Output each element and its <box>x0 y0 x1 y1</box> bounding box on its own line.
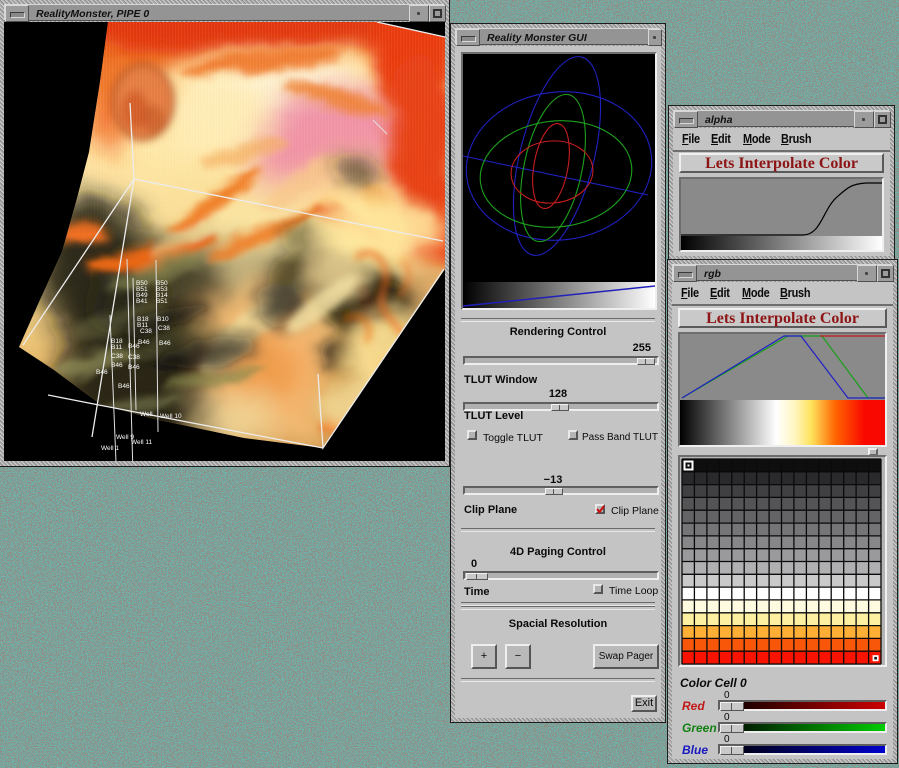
svg-text:B41: B41 <box>136 298 148 305</box>
svg-text:B11: B11 <box>111 344 122 351</box>
svg-text:B46: B46 <box>128 364 140 371</box>
svg-text:Well 10: Well 10 <box>160 413 182 420</box>
svg-text:B51: B51 <box>156 298 168 305</box>
svg-text:C38: C38 <box>128 354 140 361</box>
svg-text:B46: B46 <box>111 362 123 369</box>
svg-text:B46: B46 <box>128 343 140 350</box>
svg-text:C38: C38 <box>158 325 170 332</box>
svg-text:B10: B10 <box>157 316 169 323</box>
svg-text:Well: Well <box>140 411 153 418</box>
svg-text:Well 11: Well 11 <box>131 439 152 446</box>
svg-text:C38: C38 <box>140 328 152 335</box>
svg-text:C38: C38 <box>111 353 123 360</box>
svg-text:B46: B46 <box>118 383 130 390</box>
svg-text:B46: B46 <box>96 369 108 376</box>
svg-text:B46: B46 <box>159 340 171 347</box>
svg-text:B46: B46 <box>138 339 150 346</box>
svg-text:Well 1: Well 1 <box>101 445 119 452</box>
